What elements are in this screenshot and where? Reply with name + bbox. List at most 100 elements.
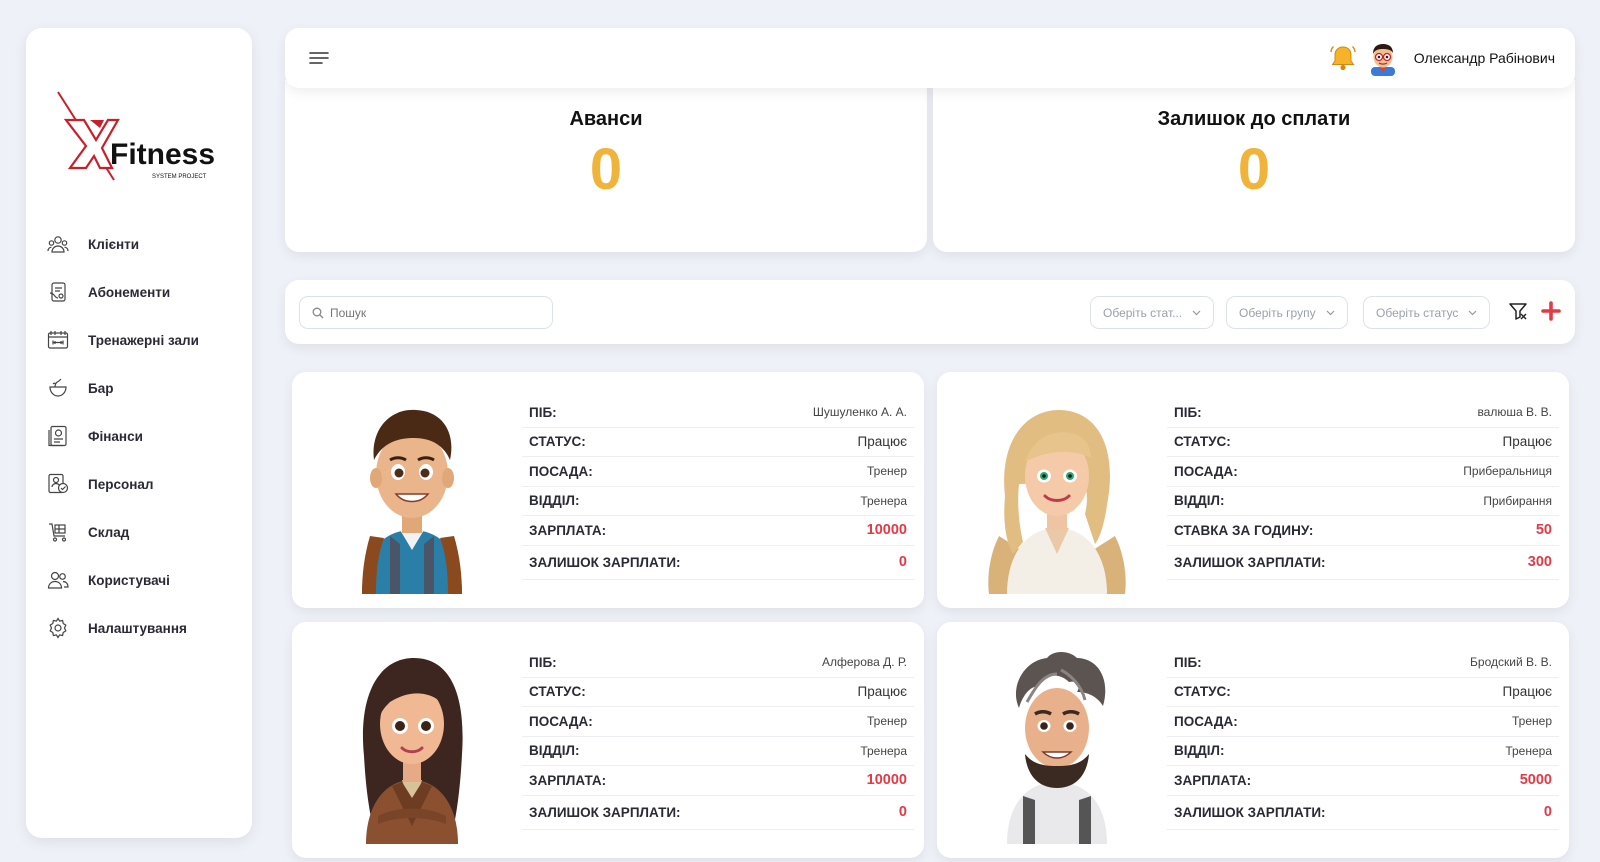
chevron-down-icon — [1192, 310, 1201, 315]
status-value: Працює — [857, 684, 907, 700]
detail-row-position: ПОСАДА: Тренер — [522, 457, 914, 487]
sidebar-item-label: Користувачі — [88, 572, 170, 588]
sidebar-item-warehouse[interactable]: Склад — [44, 508, 244, 556]
name-value: Бродский В. В. — [1470, 655, 1552, 670]
sidebar-item-subscriptions[interactable]: Абонементи — [44, 268, 244, 316]
salary-balance-value: 0 — [898, 554, 907, 570]
detail-row-department: ВІДДІЛ: Прибирання — [1167, 487, 1559, 516]
detail-row-department: ВІДДІЛ: Тренера — [522, 487, 914, 516]
detail-row-status: СТАТУС: Працює — [1167, 428, 1559, 457]
sidebar-item-label: Персонал — [88, 476, 154, 492]
sidebar-item-settings[interactable]: Налаштування — [44, 604, 244, 652]
salary-balance-value: 0 — [1543, 804, 1552, 820]
search-box[interactable] — [299, 296, 553, 329]
detail-row-name: ПІБ: Бродский В. В. — [1167, 648, 1559, 678]
detail-row-salary: ЗАРПЛАТА: 10000 — [522, 766, 914, 796]
notifications-button[interactable] — [1326, 41, 1360, 75]
users-icon — [46, 568, 70, 592]
department-label: ВІДДІЛ: — [529, 493, 580, 509]
salary-balance-label: ЗАЛИШОК ЗАРПЛАТИ: — [1174, 804, 1326, 820]
search-icon — [312, 307, 324, 318]
status-label: СТАТУС: — [1174, 684, 1231, 700]
sidebar-item-label: Фінанси — [88, 428, 143, 444]
brand-tagline: SYSTEM PROJECT — [152, 174, 207, 180]
detail-row-position: ПОСАДА: Тренер — [1167, 707, 1559, 737]
employee-photo — [967, 636, 1147, 844]
status-label: СТАТУС: — [1174, 434, 1231, 450]
detail-row-status: СТАТУС: Працює — [522, 678, 914, 707]
name-label: ПІБ: — [529, 404, 557, 420]
department-label: ВІДДІЛ: — [1174, 493, 1225, 509]
status-label: СТАТУС: — [529, 684, 586, 700]
salary-label: ЗАРПЛАТА: — [529, 772, 607, 788]
employee-details: ПІБ: Бродский В. В. СТАТУС: Працює ПОСАДА:… — [1167, 648, 1559, 830]
hourly-rate-value: 50 — [1535, 522, 1552, 539]
detail-row-position: ПОСАДА: Тренер — [522, 707, 914, 737]
search-input[interactable] — [330, 305, 530, 320]
status-select[interactable]: Оберіть статус — [1363, 296, 1491, 329]
clear-filter-icon — [1509, 303, 1527, 320]
group-select[interactable]: Оберіть групу — [1226, 296, 1348, 329]
user-area: Олександр Рабінович — [1326, 40, 1555, 76]
employee-card[interactable]: ПІБ: валюша В. В. СТАТУС: Працює ПОСАДА: Пр… — [937, 372, 1569, 608]
xfitness-logo[interactable]: Fitness SYSTEM PROJECT — [56, 86, 234, 186]
balance-due-value: 0 — [1237, 137, 1271, 202]
detail-row-name: ПІБ: валюша В. В. — [1167, 398, 1559, 428]
employee-card[interactable]: ПІБ: Алферова Д. Р. СТАТУС: Працює ПОСАДА:… — [292, 622, 924, 858]
menu-toggle-button[interactable] — [308, 50, 330, 66]
salary-label: ЗАРПЛАТА: — [1174, 772, 1252, 788]
salary-balance-label: ЗАЛИШОК ЗАРПЛАТИ: — [1174, 554, 1326, 570]
sidebar-item-label: Склад — [88, 524, 130, 540]
brand-name: Fitness — [110, 138, 215, 171]
detail-row-salary-balance: ЗАЛИШОК ЗАРПЛАТИ: 300 — [1167, 546, 1559, 580]
employee-photo — [967, 386, 1147, 594]
detail-row-status: СТАТУС: Працює — [522, 428, 914, 457]
salary-balance-label: ЗАЛИШОК ЗАРПЛАТИ: — [529, 804, 681, 820]
sidebar-item-users[interactable]: Користувачі — [44, 556, 244, 604]
advances-card: Аванси 0 — [285, 80, 927, 252]
clients-icon — [46, 232, 70, 256]
status-label: СТАТУС: — [529, 434, 586, 450]
position-value: Тренер — [867, 714, 907, 729]
user-avatar[interactable] — [1366, 40, 1400, 76]
salary-balance-label: ЗАЛИШОК ЗАРПЛАТИ: — [529, 554, 681, 570]
sidebar-item-clients[interactable]: Клієнти — [44, 220, 244, 268]
salary-balance-value: 0 — [898, 804, 907, 820]
sidebar-item-finance[interactable]: Фінанси — [44, 412, 244, 460]
department-label: ВІДДІЛ: — [1174, 743, 1225, 759]
user-name[interactable]: Олександр Рабінович — [1414, 50, 1555, 66]
balance-due-title: Залишок до сплати — [1157, 108, 1351, 130]
employee-card[interactable]: ПІБ: Бродский В. В. СТАТУС: Працює ПОСАДА:… — [937, 622, 1569, 858]
salary-label: ЗАРПЛАТА: — [529, 522, 607, 538]
name-value: Алферова Д. Р. — [821, 655, 907, 670]
sidebar-item-label: Тренажерні зали — [88, 332, 199, 348]
stat-select[interactable]: Оберіть стат... — [1090, 296, 1215, 329]
add-employee-button[interactable] — [1540, 300, 1564, 324]
sidebar-item-label: Абонементи — [88, 284, 171, 300]
status-select-value: Оберіть статус — [1376, 305, 1459, 320]
top-bar: Олександр Рабінович — [285, 28, 1575, 88]
sidebar-item-staff[interactable]: Персонал — [44, 460, 244, 508]
detail-row-name: ПІБ: Алферова Д. Р. — [522, 648, 914, 678]
employee-card[interactable]: ПІБ: Шушуленко А. А. СТАТУС: Працює ПОСАДА… — [292, 372, 924, 608]
sidebar-item-bar[interactable]: Бар — [44, 364, 244, 412]
advances-value: 0 — [589, 137, 623, 202]
plus-icon — [1541, 301, 1561, 321]
employee-details: ПІБ: валюша В. В. СТАТУС: Працює ПОСАДА: Пр… — [1167, 398, 1559, 580]
bell-icon — [1330, 46, 1356, 71]
name-label: ПІБ: — [1174, 404, 1202, 420]
employee-photo — [322, 636, 502, 844]
group-select-value: Оберіть групу — [1239, 305, 1316, 320]
sidebar-item-label: Бар — [88, 380, 114, 396]
detail-row-hourly-rate: СТАВКА ЗА ГОДИНУ: 50 — [1167, 516, 1559, 546]
position-label: ПОСАДА: — [1174, 463, 1238, 479]
status-value: Працює — [1502, 684, 1552, 700]
status-value: Працює — [857, 434, 907, 450]
department-value: Прибирання — [1483, 493, 1552, 508]
department-value: Тренера — [860, 743, 907, 758]
position-value: Тренер — [867, 464, 907, 479]
clear-filter-button[interactable] — [1507, 300, 1531, 324]
detail-row-status: СТАТУС: Працює — [1167, 678, 1559, 707]
sidebar-nav: Клієнти Абонементи Тренажерні зали Бар Ф… — [44, 220, 244, 652]
sidebar-item-gyms[interactable]: Тренажерні зали — [44, 316, 244, 364]
